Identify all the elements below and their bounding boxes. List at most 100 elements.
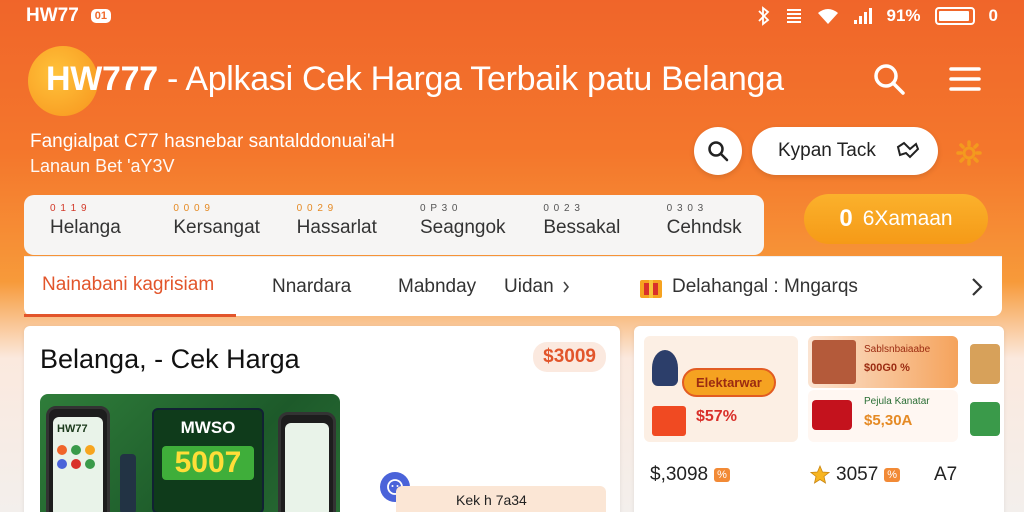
tab-label: Nainabani kagrisiam xyxy=(42,274,215,295)
wifi-icon xyxy=(817,9,838,24)
star-icon xyxy=(810,465,830,484)
tab-item-0[interactable]: Nainabani kagrisiam xyxy=(24,257,236,317)
app-title: HW777 - Aplkasi Cek Harga Terbaik patu B… xyxy=(46,60,784,99)
product-promo-3[interactable]: Pejula Kanatar $5,30A xyxy=(808,390,958,442)
promo-2-box xyxy=(812,340,856,384)
promo-board: MWSO 5007 xyxy=(152,408,264,512)
search-icon xyxy=(708,141,729,162)
category-item-1[interactable]: 0 0 0 9 Kersangat xyxy=(147,195,270,255)
promo-1-boxes xyxy=(652,406,686,436)
phone-label: HW77 xyxy=(57,423,88,435)
data-icon xyxy=(786,9,801,23)
promo-2-price: $00G0 % xyxy=(864,362,910,374)
price-value: A7 xyxy=(934,464,958,485)
kek-chip: Kek h 7a34 xyxy=(396,486,606,512)
menu-icon[interactable] xyxy=(948,62,982,96)
product-promo-4[interactable] xyxy=(966,336,1004,442)
battery-percent: 91% xyxy=(886,6,921,25)
bluetooth-icon xyxy=(757,6,769,26)
tab-item-4[interactable]: Delahangal : Mngarqs xyxy=(620,257,876,317)
price-tag: % xyxy=(884,468,901,482)
promo-4-box xyxy=(970,402,1000,436)
category-item-2[interactable]: 0 0 2 9 Hassarlat xyxy=(271,195,394,255)
app-header: HW777 - Aplkasi Cek Harga Terbaik patu B… xyxy=(0,38,1024,118)
category-code: 0 1 1 9 xyxy=(50,203,88,214)
category-code: 0 0 2 3 xyxy=(543,203,581,214)
category-label: Hassarlat xyxy=(296,217,377,238)
track-pill-label: Kypan Tack xyxy=(778,140,876,161)
category-code: 0 3 0 3 xyxy=(666,203,705,214)
subtitle-line-1: Fangialpat C77 hasnebar santalddonuai'aH xyxy=(30,131,395,152)
promo-number: 5007 xyxy=(162,446,254,480)
chevron-right-icon[interactable] xyxy=(970,277,984,297)
promo-1-price: $57% xyxy=(696,408,737,425)
phone-image-left: HW77 xyxy=(46,406,110,512)
gift-icon xyxy=(640,279,662,298)
category-item-0[interactable]: 0 1 1 9 Helanga xyxy=(24,195,147,255)
category-code: 0 0 2 9 xyxy=(296,203,335,214)
tab-label: Nnardara xyxy=(272,275,352,297)
tab-label: Uidan xyxy=(504,275,554,297)
price-item-3[interactable]: A7 xyxy=(934,464,957,486)
promo-1-figure xyxy=(652,350,678,386)
category-label: Seagngok xyxy=(419,217,506,238)
status-time: HW77 xyxy=(26,5,79,26)
promo-3-text: Pejula Kanatar xyxy=(864,396,930,407)
promo-brand: MWSO xyxy=(180,418,236,437)
category-label: Cehndsk xyxy=(666,217,742,238)
subtitle-line-2: Lanaun Bet 'aY3V xyxy=(30,156,175,176)
price-value: $,3098 xyxy=(650,464,709,485)
category-item-4[interactable]: 0 0 2 3 Bessakal xyxy=(517,195,640,255)
tab-item-3[interactable]: Uidan xyxy=(490,257,600,317)
app-title-brand: HW777 xyxy=(46,60,158,98)
price-item-2[interactable]: 3057 % xyxy=(810,464,901,486)
cta-button[interactable]: 0 6Xamaan xyxy=(804,194,988,244)
tab-bar: Nainabani kagrisiam Nnardara Mabnday Uid… xyxy=(24,256,1002,317)
price-tag: % xyxy=(714,468,730,482)
main-card[interactable]: Belanga, - Cek Harga $3009 HW77 MWSO 500… xyxy=(24,326,620,512)
promo-2-text: Sablsnbaiaabe xyxy=(864,344,931,355)
search-button[interactable] xyxy=(694,127,742,175)
category-label: Kersangat xyxy=(173,217,260,238)
status-badge: 01 xyxy=(90,9,112,23)
price-value: 3057 xyxy=(836,464,879,485)
handshake-icon xyxy=(896,141,920,159)
category-label: Helanga xyxy=(50,217,121,238)
tab-label: Delahangal : Mngarqs xyxy=(672,275,858,297)
chevron-right-icon xyxy=(563,281,569,292)
product-promo-1[interactable]: Elektarwar $57% xyxy=(644,336,798,442)
status-bar: HW77 01 91% 0 xyxy=(0,0,1024,32)
phone-app-dots xyxy=(53,441,103,473)
category-panel: 0 1 1 9 Helanga 0 0 0 9 Kersangat 0 0 2 9 Has… xyxy=(24,195,764,255)
promo-1-ribbon: Elektarwar xyxy=(682,368,776,397)
category-code: 0 P 3 0 xyxy=(419,203,459,214)
cta-label: 6Xamaan xyxy=(862,207,953,230)
category-item-5[interactable]: 0 3 0 3 Cehndsk xyxy=(641,195,764,255)
category-label: Bessakal xyxy=(543,217,621,238)
category-code: 0 0 0 9 xyxy=(173,203,211,214)
signal-icon xyxy=(853,8,872,24)
promo-bottle xyxy=(120,454,136,512)
price-chip: $3009 xyxy=(533,342,606,372)
category-item-3[interactable]: 0 P 3 0 Seagngok xyxy=(394,195,517,255)
battery-icon xyxy=(934,7,975,25)
gear-icon[interactable] xyxy=(956,140,982,166)
main-card-title: Belanga, - Cek Harga xyxy=(40,344,300,374)
promo-3-price: $5,30A xyxy=(864,412,913,429)
tab-item-2[interactable]: Mabnday xyxy=(378,257,490,317)
cta-number: 0 xyxy=(839,205,853,232)
product-card[interactable]: Elektarwar $57% Sablsnbaiaabe $00G0 % Pe… xyxy=(634,326,1004,512)
app-title-text: - Aplkasi Cek Harga Terbaik patu Belanga xyxy=(157,60,784,98)
phone-image-right xyxy=(278,412,336,512)
subtitle: Fangialpat C77 hasnebar santalddonuai'aH… xyxy=(30,130,395,178)
track-pill-button[interactable]: Kypan Tack xyxy=(752,127,938,175)
tab-label: Mabnday xyxy=(398,275,477,297)
tab-item-1[interactable]: Nnardara xyxy=(236,257,354,317)
promo-3-image xyxy=(812,400,852,430)
price-item-1[interactable]: $,3098 % xyxy=(650,464,730,486)
search-icon[interactable] xyxy=(872,62,906,96)
promo-image[interactable]: HW77 MWSO 5007 xyxy=(40,394,340,512)
product-promo-2[interactable]: Sablsnbaiaabe $00G0 % xyxy=(808,336,958,388)
status-extra: 0 xyxy=(988,6,998,25)
promo-4-figure xyxy=(970,344,1000,384)
